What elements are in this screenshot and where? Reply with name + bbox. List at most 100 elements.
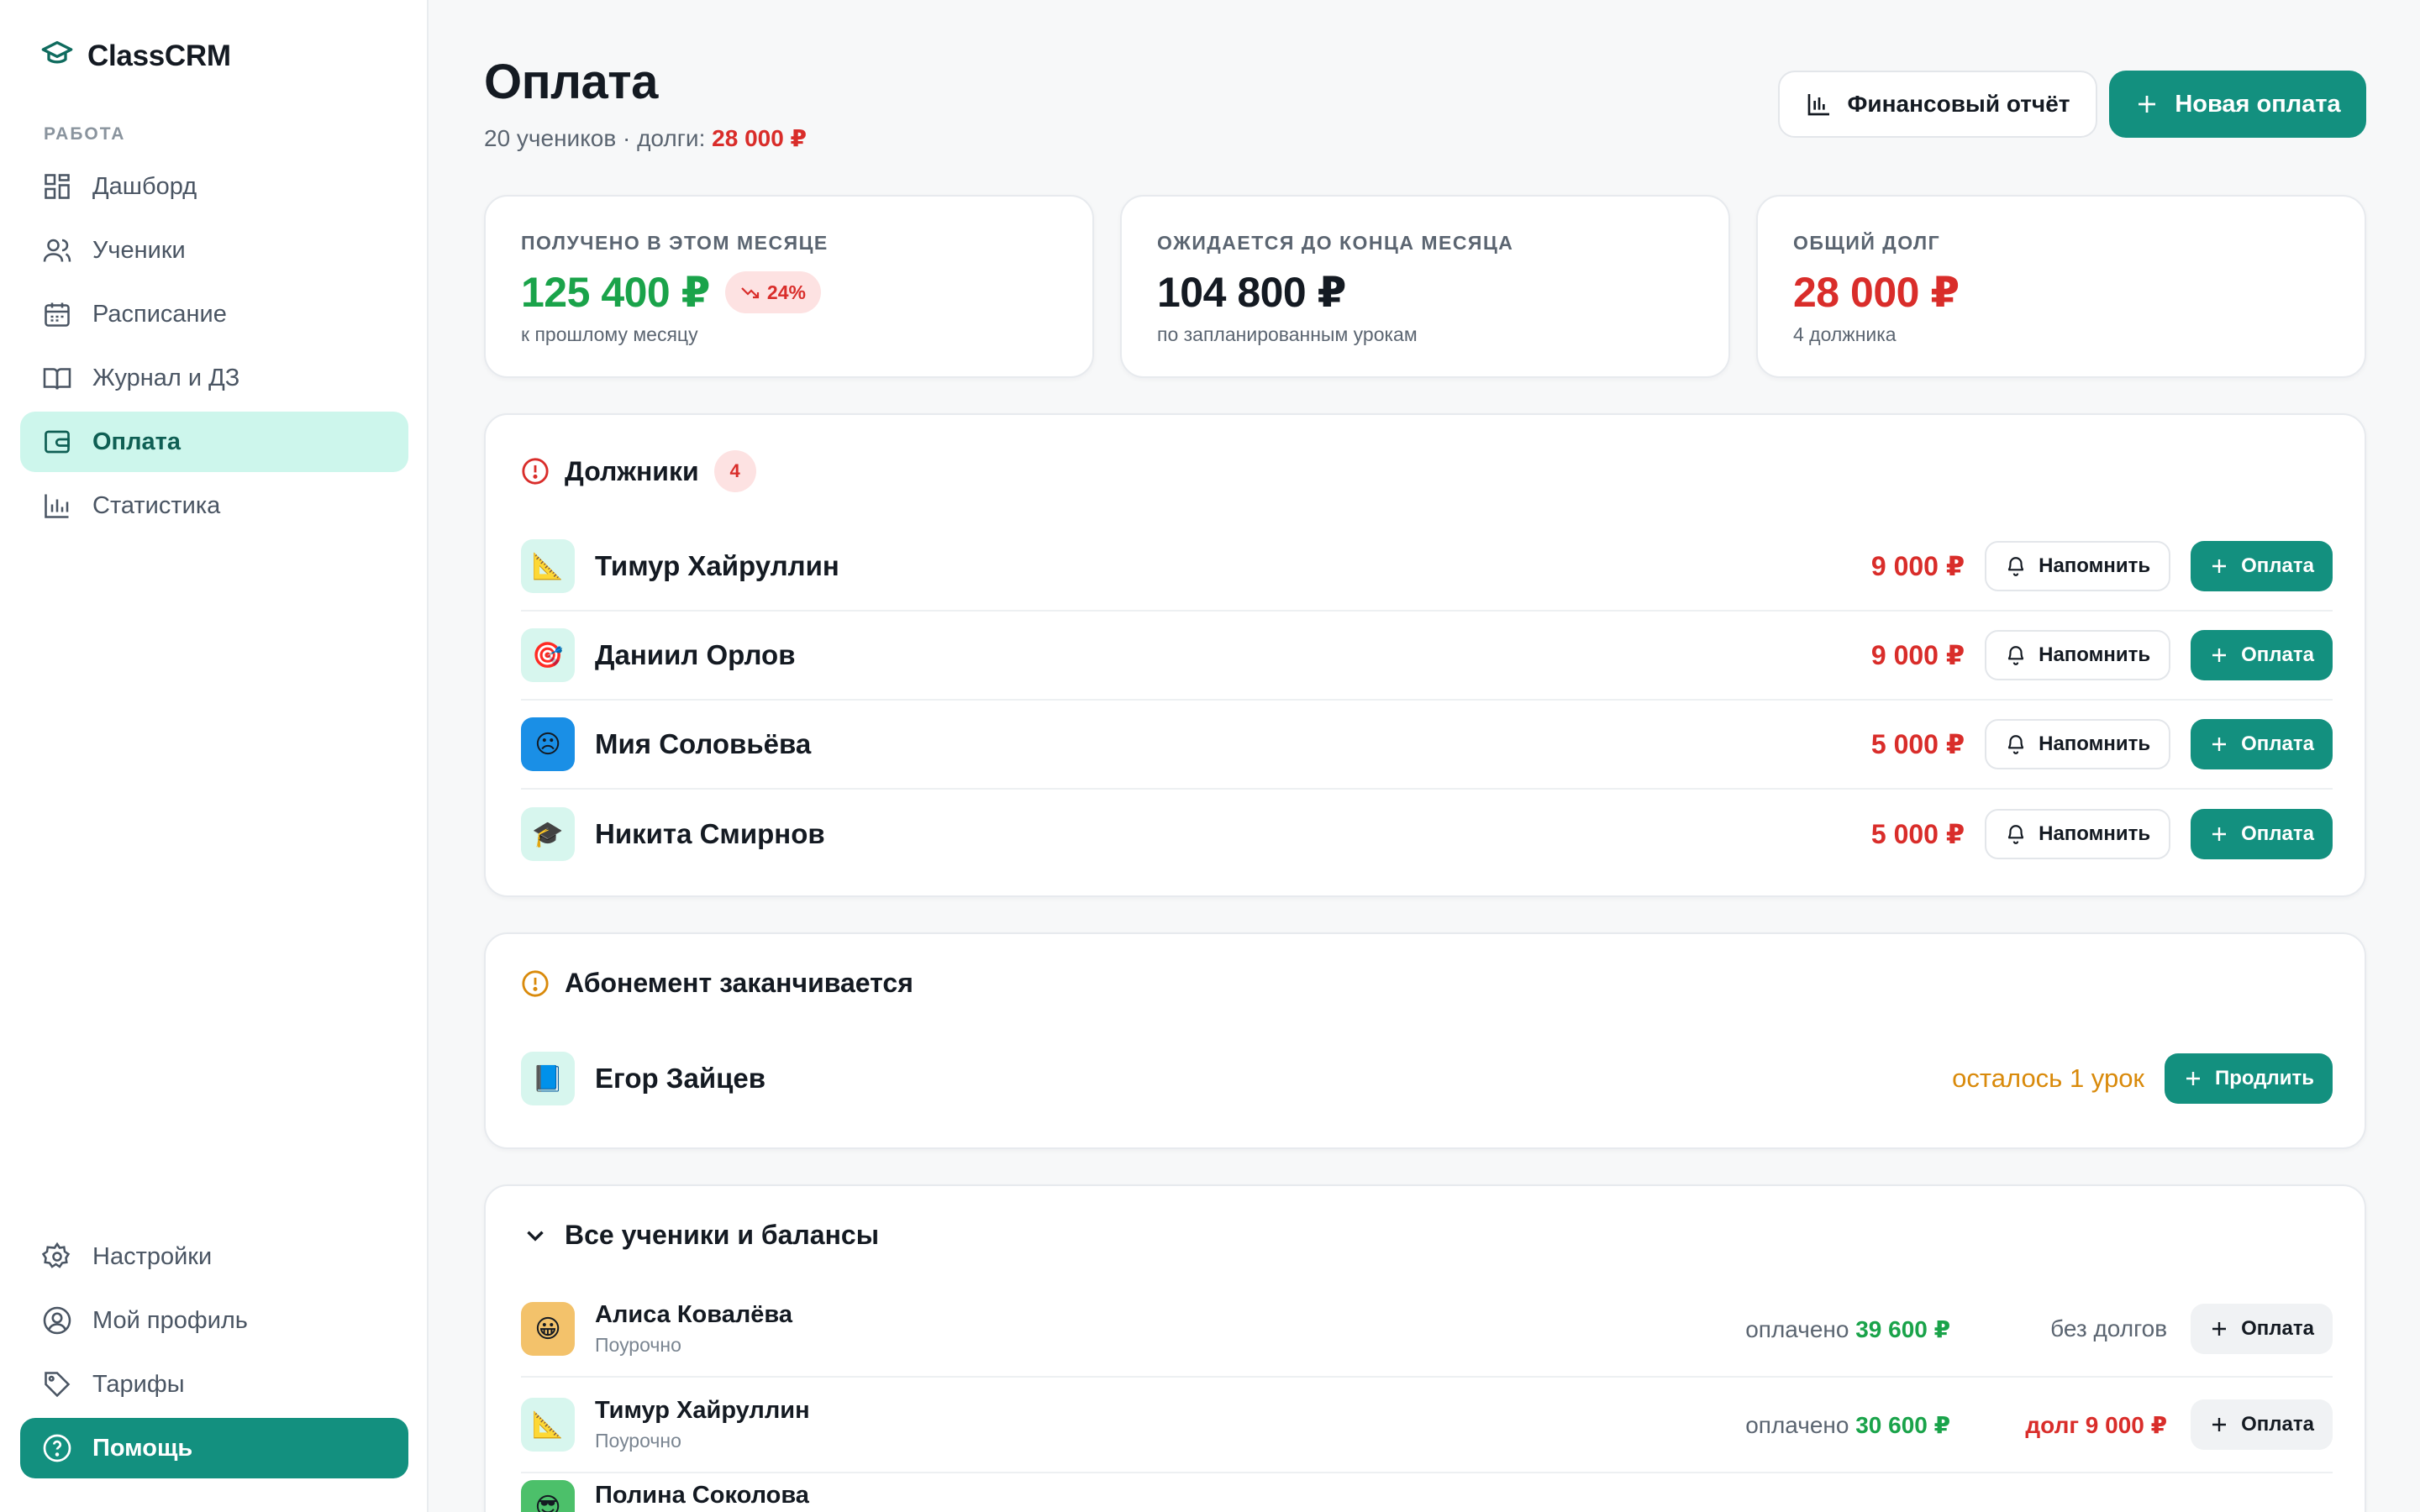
- balance-status: без долгов: [2050, 1315, 2168, 1341]
- brand[interactable]: ClassCRM: [40, 37, 231, 75]
- section-title: Должники: [565, 455, 699, 486]
- sidebar-item-plans[interactable]: Тарифы: [20, 1354, 408, 1415]
- sidebar-item-help[interactable]: Помощь: [20, 1418, 408, 1478]
- paid-amount: 39 600 ₽: [1855, 1315, 1951, 1342]
- plus-icon: [2212, 648, 2227, 662]
- avatar: 🎓: [521, 807, 575, 861]
- stat-value: 125 400 ₽ 24%: [521, 268, 1092, 317]
- plan-type: Поурочно: [595, 1334, 681, 1356]
- subtitle-debt: 28 000 ₽: [712, 125, 808, 151]
- remind-button[interactable]: Напомнить: [1985, 809, 2171, 859]
- section-title: Абонемент заканчивается: [565, 968, 913, 998]
- debt-amount: 9 000 ₽: [1870, 640, 1965, 670]
- button-label: Финансовый отчёт: [1847, 91, 2070, 117]
- debtor-row: ☹ Мия Соловьёва 5 000 ₽ Напомнить Оплата: [521, 701, 2333, 790]
- subscription-header: Абонемент заканчивается: [521, 968, 913, 999]
- stat-note: по запланированным урокам: [1157, 323, 1418, 345]
- alert-circle-icon: [522, 458, 549, 485]
- avatar: 😎: [521, 1480, 575, 1512]
- lessons-remaining: осталось 1 урок: [1952, 1063, 2144, 1093]
- bell-icon: [2007, 825, 2024, 844]
- main-nav: Дашборд Ученики Расписание Журнал и ДЗ О…: [20, 156, 408, 539]
- remind-button[interactable]: Напомнить: [1985, 630, 2171, 680]
- debt-amount: 5 000 ₽: [1870, 819, 1965, 849]
- bottom-nav: Настройки Мой профиль Тарифы Помощь: [20, 1226, 408, 1482]
- wallet-icon: [45, 430, 70, 454]
- button-label: Новая оплата: [2175, 90, 2341, 118]
- trend-down-icon: [741, 287, 760, 299]
- debt-amount: 5 000 ₽: [1870, 729, 1965, 759]
- sidebar-item-label: Настройки: [92, 1242, 213, 1270]
- sidebar-item-journal[interactable]: Журнал и ДЗ: [20, 348, 408, 408]
- debtors-header: Должники 4: [521, 450, 756, 492]
- pay-button[interactable]: Оплата: [2191, 809, 2333, 859]
- button-label: Продлить: [2215, 1067, 2314, 1089]
- plan-type: Поурочно: [595, 1430, 681, 1452]
- chart-icon: [45, 494, 69, 518]
- financial-report-button[interactable]: Финансовый отчёт: [1778, 71, 2097, 138]
- stat-note: 4 должника: [1793, 323, 1897, 345]
- student-name[interactable]: Полина Соколова: [595, 1482, 809, 1509]
- button-label: Оплата: [2241, 643, 2314, 666]
- student-name[interactable]: Алиса Ковалёва: [595, 1301, 792, 1329]
- subscription-row: 📘 Егор Зайцев осталось 1 урок Продлить: [521, 1038, 2333, 1119]
- plus-icon: [2212, 738, 2227, 751]
- sidebar-item-label: Расписание: [92, 300, 227, 328]
- plus-icon: [2212, 827, 2227, 841]
- sidebar-item-settings[interactable]: Настройки: [20, 1226, 408, 1287]
- sidebar-item-statistics[interactable]: Статистика: [20, 475, 408, 536]
- student-name[interactable]: Тимур Хайруллин: [595, 550, 839, 582]
- balances-card: Все ученики и балансы 😀 Алиса Ковалёва П…: [484, 1184, 2366, 1512]
- new-payment-button[interactable]: Новая оплата: [2109, 71, 2366, 138]
- button-label: Напомнить: [2039, 732, 2151, 755]
- paid-label: оплачено: [1745, 1315, 1849, 1342]
- stat-card-expected: ОЖИДАЕТСЯ ДО КОНЦА МЕСЯЦА 104 800 ₽ по з…: [1120, 195, 1730, 378]
- bell-icon: [2007, 646, 2024, 665]
- avatar: ☹: [521, 717, 575, 771]
- sidebar-item-payment[interactable]: Оплата: [20, 412, 408, 472]
- pay-button[interactable]: Оплата: [2191, 630, 2333, 680]
- subscription-card: Абонемент заканчивается 📘 Егор Зайцев ос…: [484, 932, 2366, 1149]
- sidebar-item-schedule[interactable]: Расписание: [20, 284, 408, 344]
- row-actions: 9 000 ₽ Напомнить Оплата: [1871, 541, 2333, 591]
- paid-amount: 30 600 ₽: [1855, 1411, 1951, 1438]
- pay-button[interactable]: Оплата: [2191, 541, 2333, 591]
- plus-icon: [2139, 96, 2156, 113]
- page-title: Оплата: [484, 55, 658, 109]
- sidebar-item-label: Оплата: [92, 428, 181, 455]
- remind-button[interactable]: Напомнить: [1985, 719, 2171, 769]
- tag-icon: [45, 1372, 71, 1398]
- profile-icon: [43, 1306, 71, 1335]
- student-name[interactable]: Тимур Хайруллин: [595, 1397, 810, 1425]
- sidebar-item-dashboard[interactable]: Дашборд: [20, 156, 408, 217]
- stat-value: 104 800 ₽: [1157, 269, 1346, 316]
- stat-note: к прошлому месяцу: [521, 323, 698, 345]
- student-name[interactable]: Даниил Орлов: [595, 639, 795, 671]
- pay-button[interactable]: Оплата: [2191, 719, 2333, 769]
- debtor-row: 🎯 Даниил Орлов 9 000 ₽ Напомнить Оплата: [521, 612, 2333, 701]
- stat-label: ОЖИДАЕТСЯ ДО КОНЦА МЕСЯЦА: [1157, 232, 1514, 254]
- avatar: 😀: [521, 1302, 575, 1356]
- trend-value: 24%: [766, 281, 806, 303]
- pay-button[interactable]: Оплата: [2191, 1399, 2333, 1450]
- sidebar-item-profile[interactable]: Мой профиль: [20, 1290, 408, 1351]
- pay-button[interactable]: Оплата: [2191, 1304, 2333, 1354]
- plus-icon: [2212, 559, 2227, 573]
- student-name[interactable]: Никита Смирнов: [595, 818, 825, 850]
- calendar-icon: [45, 302, 70, 327]
- debtor-row: 🎓 Никита Смирнов 5 000 ₽ Напомнить Оплат…: [521, 790, 2333, 879]
- student-name[interactable]: Мия Соловьёва: [595, 728, 811, 760]
- remind-button[interactable]: Напомнить: [1985, 541, 2171, 591]
- extend-button[interactable]: Продлить: [2165, 1053, 2333, 1104]
- button-label: Оплата: [2241, 1317, 2314, 1340]
- page-subtitle: 20 учеников · долги: 28 000 ₽: [484, 124, 807, 152]
- sidebar-item-students[interactable]: Ученики: [20, 220, 408, 281]
- student-info: Алиса Ковалёва Поурочно: [595, 1301, 792, 1357]
- sidebar-item-label: Мой профиль: [92, 1306, 248, 1334]
- avatar: 📐: [521, 539, 575, 593]
- stat-label: ОБЩИЙ ДОЛГ: [1793, 232, 1941, 254]
- balances-header[interactable]: Все ученики и балансы: [521, 1220, 879, 1251]
- plus-icon: [2212, 1418, 2227, 1431]
- sidebar: ClassCRM РАБОТА Дашборд Ученики Расписан…: [0, 0, 429, 1512]
- student-name[interactable]: Егор Зайцев: [595, 1063, 765, 1095]
